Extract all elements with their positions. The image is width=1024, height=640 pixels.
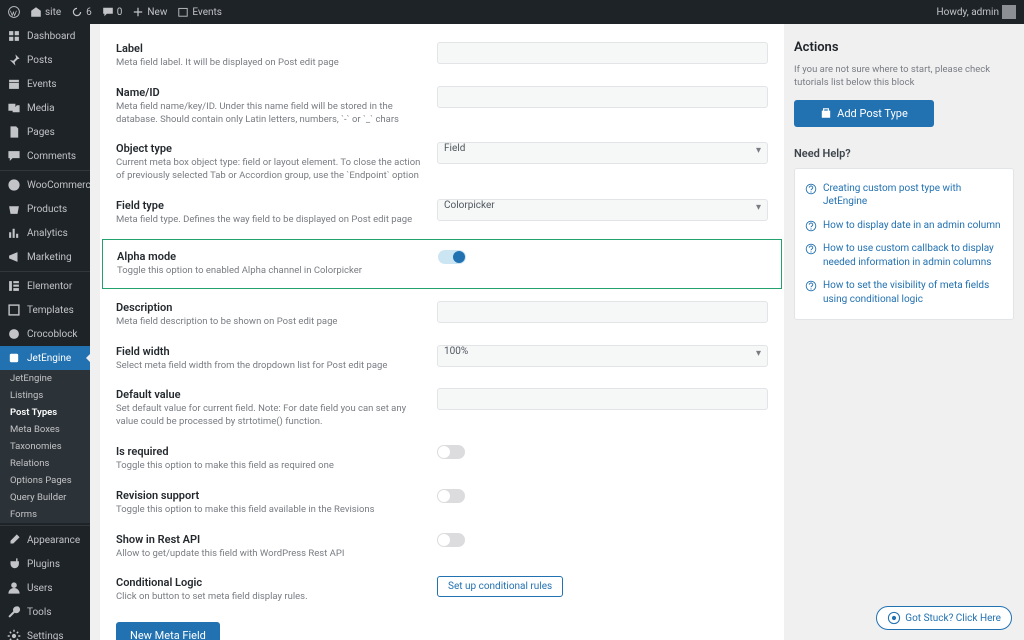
- site-link[interactable]: site: [30, 6, 61, 18]
- submenu-post-types[interactable]: Post Types: [0, 404, 90, 421]
- field-conditional: Conditional LogicClick on button to set …: [116, 568, 768, 612]
- menu-events[interactable]: Events: [0, 72, 90, 96]
- field-alpha-mode: Alpha modeToggle this option to enabled …: [102, 239, 782, 289]
- account-link[interactable]: Howdy, admin: [937, 5, 1016, 19]
- rest-toggle[interactable]: [437, 533, 465, 547]
- field-rest: Show in Rest APIAllow to get/update this…: [116, 525, 768, 569]
- side-panel: Actions If you are not sure where to sta…: [794, 24, 1024, 640]
- new-meta-field-button[interactable]: New Meta Field: [116, 622, 220, 640]
- actions-title: Actions: [794, 40, 1014, 55]
- revision-toggle[interactable]: [437, 489, 465, 503]
- submenu-meta-boxes[interactable]: Meta Boxes: [0, 421, 90, 438]
- width-select[interactable]: 100%: [437, 345, 768, 367]
- menu-posts[interactable]: Posts: [0, 48, 90, 72]
- menu-users[interactable]: Users: [0, 576, 90, 600]
- submenu-options-pages[interactable]: Options Pages: [0, 472, 90, 489]
- menu-pages[interactable]: Pages: [0, 120, 90, 144]
- label-input[interactable]: [437, 42, 768, 64]
- alpha-toggle[interactable]: [438, 250, 466, 264]
- menu-jetengine[interactable]: JetEngine: [0, 346, 90, 370]
- field-default: Default valueSet default value for curre…: [116, 380, 768, 437]
- field-type-select[interactable]: Colorpicker: [437, 199, 768, 221]
- avatar-icon: [1002, 5, 1016, 19]
- description-input[interactable]: [437, 301, 768, 323]
- admin-sidebar: DashboardPostsEventsMediaPagesComments Wo…: [0, 24, 90, 640]
- menu-elementor[interactable]: Elementor: [0, 274, 90, 298]
- object-type-select[interactable]: Field: [437, 142, 768, 164]
- field-object-type: Object typeCurrent meta box object type:…: [116, 134, 768, 191]
- menu-plugins[interactable]: Plugins: [0, 552, 90, 576]
- menu-media[interactable]: Media: [0, 96, 90, 120]
- menu-woocommerce[interactable]: WooCommerce: [0, 173, 90, 197]
- field-required: Is requiredToggle this option to make th…: [116, 437, 768, 481]
- actions-hint: If you are not sure where to start, plea…: [794, 63, 1014, 90]
- menu-dashboard[interactable]: Dashboard: [0, 24, 90, 48]
- field-description: DescriptionMeta field description to be …: [116, 293, 768, 337]
- help-link[interactable]: Creating custom post type with JetEngine: [805, 177, 1003, 214]
- nameid-input[interactable]: [437, 86, 768, 108]
- help-link[interactable]: How to display date in an admin column: [805, 214, 1003, 238]
- submenu-listings[interactable]: Listings: [0, 387, 90, 404]
- field-type: Field typeMeta field type. Defines the w…: [116, 191, 768, 235]
- conditional-rules-button[interactable]: Set up conditional rules: [437, 576, 563, 597]
- menu-analytics[interactable]: Analytics: [0, 221, 90, 245]
- events-link[interactable]: Events: [177, 6, 222, 18]
- admin-topbar: site 6 0 New Events Howdy, admin: [0, 0, 1024, 24]
- default-input[interactable]: [437, 388, 768, 410]
- new-content[interactable]: New: [132, 6, 167, 18]
- field-width: Field widthSelect meta field width from …: [116, 337, 768, 381]
- help-title: Need Help?: [794, 147, 1014, 160]
- menu-tools[interactable]: Tools: [0, 600, 90, 624]
- menu-templates[interactable]: Templates: [0, 298, 90, 322]
- submenu-jetengine[interactable]: JetEngine: [0, 370, 90, 387]
- menu-crocoblock[interactable]: Crocoblock: [0, 322, 90, 346]
- submenu-forms[interactable]: Forms: [0, 506, 90, 523]
- menu-marketing[interactable]: Marketing: [0, 245, 90, 269]
- submenu-query-builder[interactable]: Query Builder: [0, 489, 90, 506]
- menu-settings[interactable]: Settings: [0, 624, 90, 640]
- updates[interactable]: 6: [71, 6, 92, 18]
- help-link[interactable]: How to set the visibility of meta fields…: [805, 274, 1003, 311]
- menu-products[interactable]: Products: [0, 197, 90, 221]
- field-revision: Revision supportToggle this option to ma…: [116, 481, 768, 525]
- comments-count[interactable]: 0: [102, 6, 123, 18]
- wp-logo[interactable]: [8, 6, 20, 18]
- got-stuck-button[interactable]: Got Stuck? Click Here: [876, 606, 1012, 630]
- required-toggle[interactable]: [437, 445, 465, 459]
- meta-field-form: LabelMeta field label. It will be displa…: [100, 24, 784, 640]
- submenu-relations[interactable]: Relations: [0, 455, 90, 472]
- field-nameid: Name/IDMeta field name/key/ID. Under thi…: [116, 78, 768, 135]
- add-post-type-button[interactable]: Add Post Type: [794, 100, 934, 127]
- menu-comments[interactable]: Comments: [0, 144, 90, 168]
- menu-appearance[interactable]: Appearance: [0, 528, 90, 552]
- field-label: LabelMeta field label. It will be displa…: [116, 34, 768, 78]
- help-link[interactable]: How to use custom callback to display ne…: [805, 237, 1003, 274]
- submenu-taxonomies[interactable]: Taxonomies: [0, 438, 90, 455]
